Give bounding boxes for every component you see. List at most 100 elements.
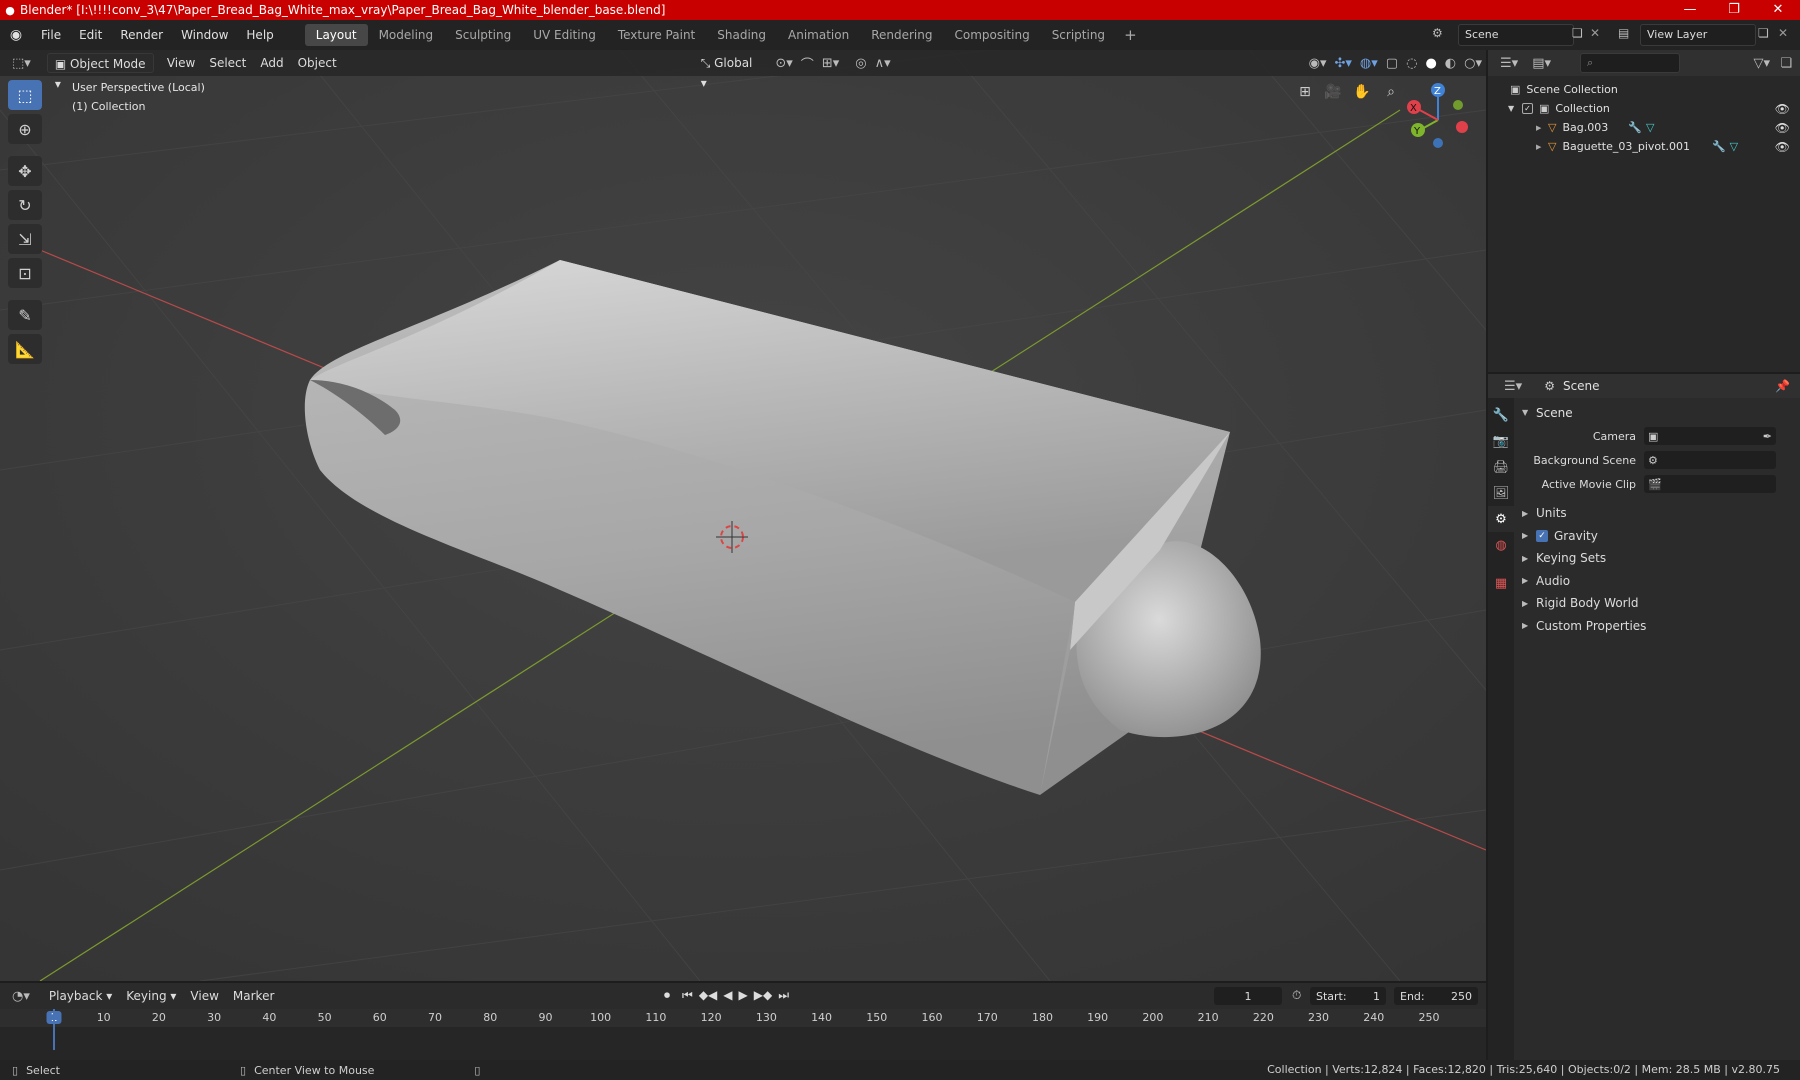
gravity-panel-header[interactable]: ▶ ✓ Gravity [1514,525,1800,548]
tab-uv-editing[interactable]: UV Editing [522,24,607,46]
3d-viewport[interactable] [0,50,1486,981]
view-layer-tab-icon[interactable]: 🖼 [1488,480,1514,506]
timeline-menu-keying[interactable]: Keying ▾ [119,986,183,1006]
collapse-arrow-icon[interactable]: ▼ [1508,104,1522,113]
tab-texture-paint[interactable]: Texture Paint [607,24,706,46]
expand-arrow-icon[interactable]: ▶ [1536,143,1548,151]
rigid-body-world-panel-header[interactable]: ▶ Rigid Body World [1514,592,1800,615]
tool-tab-icon[interactable]: 🔧 [1488,402,1514,428]
view-layer-field[interactable]: View Layer [1640,24,1756,46]
view-layer-icon[interactable]: ▤ [1618,26,1629,40]
toggle-grid-view-icon[interactable]: ⊞ [1293,80,1317,104]
select-box-tool-icon[interactable]: ⬚ [8,80,42,110]
maximize-button[interactable]: ❐ [1712,0,1756,20]
gravity-checkbox[interactable]: ✓ [1536,529,1548,542]
timeline-editor-type-icon[interactable]: ◔▾ [8,989,34,1004]
outliner-row-object[interactable]: ▶ ▽ Bag.003 🔧 ▽ 👁 [1488,118,1800,137]
outliner-row-object[interactable]: ▶ ▽ Baguette_03_pivot.001 🔧 ▽ 👁 [1488,137,1800,156]
tab-shading[interactable]: Shading [706,24,777,46]
overlays-toggle-icon[interactable]: ◍▾ [1356,56,1382,71]
timeline-menu-playback[interactable]: Playback ▾ [42,986,119,1006]
outliner-search-input[interactable]: ⌕ [1580,53,1680,73]
annotate-tool-icon[interactable]: ✎ [8,300,42,330]
texture-tab-icon[interactable]: ▦ [1488,570,1514,596]
tab-compositing[interactable]: Compositing [943,24,1040,46]
prev-keyframe-icon[interactable]: ◆◀ [699,988,717,1003]
record-icon[interactable]: ⏺ [664,988,670,1003]
measure-tool-icon[interactable]: 📐 [8,334,42,364]
background-scene-field[interactable]: ⚙ [1644,451,1776,469]
scene-panel-header[interactable]: ▼ Scene [1514,402,1800,424]
jump-end-icon[interactable]: ⏭ [778,988,789,1003]
rotate-tool-icon[interactable]: ↻ [8,190,42,220]
tab-scripting[interactable]: Scripting [1041,24,1116,46]
xray-toggle-icon[interactable]: ▢ [1382,56,1402,71]
gizmo-toggle-icon[interactable]: ✣▾ [1331,56,1356,71]
tab-sculpting[interactable]: Sculpting [444,24,522,46]
jump-start-icon[interactable]: ⏮ [682,988,693,1003]
close-button[interactable]: ✕ [1756,0,1800,20]
expand-arrow-icon[interactable]: ▶ [1536,124,1548,132]
filter-icon[interactable]: ▽▾ [1749,56,1774,71]
playhead-line[interactable] [53,1009,55,1050]
menu-window[interactable]: Window [172,20,237,50]
outliner-row-scene-collection[interactable]: ▣ Scene Collection [1488,80,1800,99]
keying-sets-panel-header[interactable]: ▶ Keying Sets [1514,547,1800,570]
falloff-icon[interactable]: ∧▾ [871,56,895,71]
frame-ruler[interactable]: 1102030405060708090100110120130140150160… [0,1009,1486,1027]
units-panel-header[interactable]: ▶ Units [1514,502,1800,525]
new-view-layer-icon[interactable]: ❏ [1758,26,1769,40]
camera-view-icon[interactable]: 🎥 [1321,80,1345,104]
exclude-checkbox[interactable]: ✓ [1522,103,1533,114]
scale-tool-icon[interactable]: ⇲ [8,224,42,254]
viewport-menu-view[interactable]: View [160,53,202,73]
pin-icon[interactable]: 📌 [1775,379,1790,393]
mesh-data-icon[interactable]: ▽ [1646,121,1654,134]
viewport-menu-object[interactable]: Object [291,53,344,73]
editor-type-icon[interactable]: ⬚▾ [8,56,35,71]
keyframe-track[interactable] [0,1009,1486,1050]
snap-target-icon[interactable]: ⊞▾ [818,56,843,71]
visibility-icon[interactable]: ◉▾ [1305,56,1331,71]
visibility-eye-icon[interactable]: 👁 [1775,140,1790,154]
modifier-wrench-icon[interactable]: 🔧 [1628,121,1642,134]
navigation-gizmo[interactable]: Z Y X [1398,80,1478,160]
viewport-menu-add[interactable]: Add [253,53,290,73]
stopwatch-icon[interactable]: ⏱ [1292,988,1301,1003]
visibility-eye-icon[interactable]: 👁 [1775,121,1790,135]
tab-layout[interactable]: Layout [304,24,368,46]
tab-animation[interactable]: Animation [777,24,860,46]
add-workspace-icon[interactable]: + [1116,26,1145,44]
tab-rendering[interactable]: Rendering [860,24,943,46]
viewport-menu-select[interactable]: Select [202,53,253,73]
movie-clip-field[interactable]: 🎬 [1644,475,1776,493]
display-mode-icon[interactable]: ▤▾ [1528,56,1555,71]
new-collection-icon[interactable]: ❏ [1776,56,1796,71]
shading-rendered-icon[interactable]: ○▾ [1460,56,1486,71]
outliner-editor-type-icon[interactable]: ☰▾ [1496,56,1522,71]
output-tab-icon[interactable]: 🖨 [1488,454,1514,480]
blender-menu-icon[interactable]: ◉ [0,27,32,43]
world-tab-icon[interactable]: ◍ [1488,532,1514,558]
timeline-menu-marker[interactable]: Marker [226,986,281,1006]
next-keyframe-icon[interactable]: ▶◆ [754,988,772,1003]
outliner-row-collection[interactable]: ▼ ✓ ▣ Collection 👁 [1488,99,1800,118]
eyedropper-icon[interactable]: ✒ [1763,430,1776,443]
render-tab-icon[interactable]: 📷 [1488,428,1514,454]
transform-tool-icon[interactable]: ⊡ [8,258,42,288]
delete-view-layer-icon[interactable]: ✕ [1778,26,1788,40]
end-frame-field[interactable]: End: 250 [1394,987,1478,1005]
move-tool-icon[interactable]: ✥ [8,156,42,186]
camera-field[interactable]: ▣ ✒ [1644,427,1776,445]
play-icon[interactable]: ▶ [739,988,748,1003]
object-mode-dropdown[interactable]: ▣ Object Mode ▾ [46,53,154,91]
snap-icon[interactable]: ⌒ [797,54,818,73]
cursor-tool-icon[interactable]: ⊕ [8,114,42,144]
menu-render[interactable]: Render [111,20,172,50]
mesh-data-icon[interactable]: ▽ [1730,140,1738,153]
pan-view-icon[interactable]: ✋ [1350,80,1374,104]
scene-tab-icon[interactable]: ⚙ [1488,506,1514,532]
minimize-button[interactable]: — [1668,0,1712,20]
audio-panel-header[interactable]: ▶ Audio [1514,570,1800,593]
scene-name-field[interactable]: Scene [1458,24,1574,46]
